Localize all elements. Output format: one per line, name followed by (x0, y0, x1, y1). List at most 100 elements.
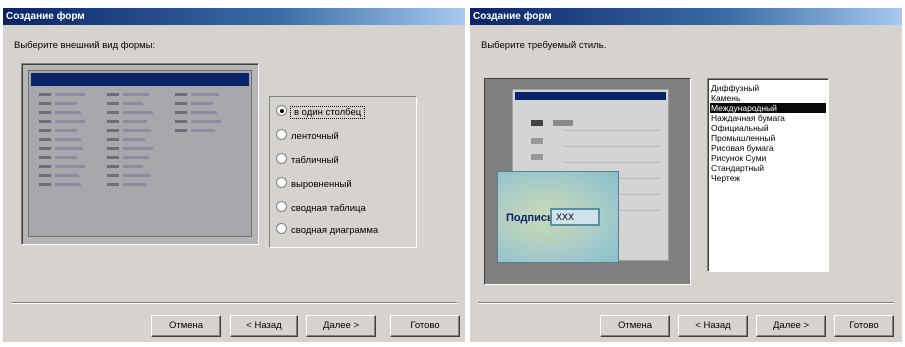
preview-label-bar (107, 93, 119, 96)
option-datasheet[interactable]: табличный (276, 153, 339, 167)
radio-icon (276, 177, 287, 188)
preview-label-bar (175, 111, 187, 114)
button-separator (11, 302, 457, 304)
preview-field-bar (191, 93, 219, 96)
preview-label-bar (531, 120, 543, 126)
option-columnar[interactable]: в один столбец (276, 105, 366, 119)
list-item[interactable]: Рисунок Суми (710, 153, 826, 163)
preview-label-bar (39, 165, 51, 168)
list-item[interactable]: Стандартный (710, 163, 826, 173)
list-item[interactable]: Чертеж (710, 173, 826, 183)
back-button[interactable]: < Назад (230, 315, 298, 337)
preview-label-bar (107, 111, 119, 114)
preview-label-bar (107, 156, 119, 159)
button-separator (478, 302, 894, 304)
option-tabular-ribbon[interactable]: ленточный (276, 129, 339, 143)
layout-options-group: в один столбец ленточный табличный выров… (269, 96, 417, 248)
preview-caption-label: Подпись (506, 212, 554, 224)
preview-field-bar (123, 147, 153, 150)
preview-label-bar (531, 138, 543, 144)
preview-header-bar (515, 92, 666, 100)
radio-icon (276, 223, 287, 234)
preview-header-bar (31, 73, 249, 86)
dialog-title: Создание форм (470, 8, 902, 25)
preview-label-bar (39, 129, 51, 132)
preview-field-bar (123, 93, 149, 96)
option-pivot-chart[interactable]: сводная диаграмма (276, 223, 378, 237)
finish-button[interactable]: Готово (834, 315, 894, 337)
preview-label-bar (39, 147, 51, 150)
preview-label-bar (107, 174, 119, 177)
preview-label-bar (107, 183, 119, 186)
preview-field-bar (191, 120, 221, 123)
preview-label-bar (175, 102, 187, 105)
preview-label-bar (39, 138, 51, 141)
preview-field-bar (191, 102, 213, 105)
preview-label-bar (39, 156, 51, 159)
cancel-button[interactable]: Отмена (151, 315, 221, 337)
preview-field-bar (123, 102, 143, 105)
preview-field-bar (191, 111, 217, 114)
layout-prompt: Выберите внешний вид формы: (14, 40, 156, 51)
preview-label-bar (39, 183, 51, 186)
option-pivot-table[interactable]: сводная таблица (276, 201, 366, 215)
preview-field-bar (55, 93, 85, 96)
list-item[interactable]: Промышленный (710, 133, 826, 143)
preview-label-bar (175, 93, 187, 96)
preview-label-bar (175, 129, 187, 132)
preview-label-bar (39, 93, 51, 96)
style-preview-popup: Подпись ХХХ (497, 171, 619, 263)
radio-icon (276, 129, 287, 140)
preview-label-bar (531, 154, 543, 160)
layout-preview (21, 63, 259, 245)
list-item[interactable]: Рисовая бумага (710, 143, 826, 153)
preview-field-bar (123, 129, 151, 132)
preview-label-bar (39, 120, 51, 123)
radio-icon (276, 153, 287, 164)
finish-button[interactable]: Готово (390, 315, 460, 337)
next-button[interactable]: Далее > (756, 315, 826, 337)
preview-field-bar (55, 129, 77, 132)
preview-field-bar (55, 147, 83, 150)
style-prompt: Выберите требуемый стиль. (481, 40, 607, 51)
radio-icon (276, 201, 287, 212)
dialog-title: Создание форм (3, 8, 465, 25)
preview-caption-field: ХХХ (550, 208, 600, 226)
preview-label-bar (107, 120, 119, 123)
cancel-button[interactable]: Отмена (600, 315, 670, 337)
preview-field-bar (123, 183, 147, 186)
form-wizard-dialog-style: Создание форм Выберите требуемый стиль. … (470, 8, 902, 342)
preview-field-bar (123, 120, 147, 123)
radio-icon (276, 105, 287, 116)
preview-field-bar (55, 120, 85, 123)
preview-field-bar (55, 183, 81, 186)
preview-field-bar (553, 120, 573, 126)
preview-label-bar (107, 147, 119, 150)
preview-field-bar (123, 111, 153, 114)
preview-field-bar (191, 129, 215, 132)
layout-preview-form (28, 70, 252, 237)
preview-label-bar (107, 102, 119, 105)
preview-gridline (563, 130, 660, 131)
list-item[interactable]: Диффузный (710, 83, 826, 93)
preview-field-bar (55, 111, 81, 114)
preview-field-bar (55, 174, 79, 177)
list-item-selected[interactable]: Международный (710, 103, 826, 113)
option-justified[interactable]: выровненный (276, 177, 352, 191)
list-item[interactable]: Наждачная бумага (710, 113, 826, 123)
preview-label-bar (107, 129, 119, 132)
style-listbox[interactable]: Диффузный Камень Международный Наждачная… (707, 78, 829, 272)
list-item[interactable]: Камень (710, 93, 826, 103)
next-button[interactable]: Далее > (306, 315, 376, 337)
back-button[interactable]: < Назад (678, 315, 748, 337)
list-item[interactable]: Официальный (710, 123, 826, 133)
preview-field-bar (123, 174, 151, 177)
style-preview: Подпись ХХХ (484, 78, 691, 285)
preview-field-bar (55, 156, 77, 159)
preview-gridline (563, 162, 660, 163)
preview-label-bar (107, 138, 119, 141)
preview-label-bar (107, 165, 119, 168)
preview-field-bar (55, 102, 77, 105)
preview-label-bar (39, 102, 51, 105)
preview-field-bar (123, 138, 145, 141)
